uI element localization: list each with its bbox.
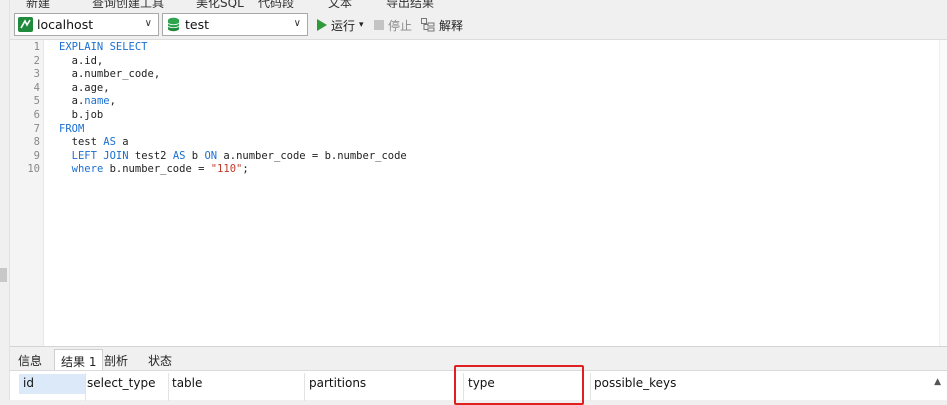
line-number: 2 xyxy=(33,54,40,67)
collapse-handle[interactable] xyxy=(0,268,7,282)
column-header-partitions[interactable]: partitions xyxy=(305,374,463,394)
code-line[interactable]: LEFT JOIN test2 AS b ON a.number_code = … xyxy=(59,150,407,162)
left-edge-panel xyxy=(0,0,10,400)
code-line[interactable]: FROM xyxy=(59,123,84,135)
code-line[interactable]: a.age, xyxy=(59,82,110,94)
code-snippet-button[interactable]: 代码段 xyxy=(258,0,294,8)
export-result-button[interactable]: 导出结果 xyxy=(386,0,434,8)
database-select[interactable]: test ∨ xyxy=(162,13,308,36)
sql-string: "110" xyxy=(210,163,243,176)
line-number: 4 xyxy=(33,81,40,94)
sql-text: a.number_code = b.number_code xyxy=(217,149,407,162)
sql-editor[interactable]: 1 2 3 4 5 6 7 8 9 10 EXPLAIN SELECT a.id, a.numbe… xyxy=(10,40,947,346)
stop-button[interactable]: 停止 xyxy=(374,16,412,34)
sql-text: b xyxy=(185,149,205,162)
sql-text: a.id, xyxy=(59,54,104,67)
sql-keyword: name xyxy=(84,95,110,108)
text-button[interactable]: 文本 xyxy=(328,0,352,8)
sql-keyword: AS xyxy=(103,136,116,149)
beautify-sql-button[interactable]: 美化SQL xyxy=(196,0,244,8)
top-toolbar-strip: 新建 查询创建工具 美化SQL 代码段 文本 导出结果 xyxy=(0,0,947,8)
code-line[interactable]: where b.number_code = "110"; xyxy=(59,163,249,175)
run-button[interactable]: 运行 ▾ xyxy=(316,16,364,34)
code-line[interactable]: a.id, xyxy=(59,54,104,67)
line-number: 9 xyxy=(33,149,40,162)
sql-text: , xyxy=(109,95,116,108)
scroll-up-icon[interactable]: ▲ xyxy=(934,377,941,387)
line-number: 3 xyxy=(33,68,40,81)
code-line[interactable]: a.number_code, xyxy=(59,68,161,81)
chevron-down-icon: ∨ xyxy=(293,18,301,29)
sql-text: a xyxy=(115,136,129,149)
sql-keyword: EXPLAIN SELECT xyxy=(59,41,148,53)
stop-icon xyxy=(374,20,384,30)
tab-result-1[interactable]: 结果 1 xyxy=(54,349,104,371)
sql-text: test2 xyxy=(128,149,173,162)
type-column-highlight-box xyxy=(454,365,584,405)
connection-value: localhost xyxy=(37,17,94,32)
database-icon xyxy=(167,17,180,32)
new-button[interactable]: 新建 xyxy=(26,0,50,8)
column-header-id[interactable]: id xyxy=(19,374,85,394)
query-builder-button[interactable]: 查询创建工具 xyxy=(92,0,164,8)
line-number: 1 xyxy=(33,41,40,53)
sql-keyword: ON xyxy=(204,149,218,162)
explain-button[interactable]: 解释 xyxy=(421,16,463,34)
tab-info[interactable]: 信息 xyxy=(12,349,48,371)
stop-label: 停止 xyxy=(388,18,413,33)
column-header-possible-keys[interactable]: possible_keys xyxy=(590,374,790,394)
explain-label: 解释 xyxy=(439,18,464,33)
play-icon xyxy=(317,19,327,31)
line-number: 10 xyxy=(27,163,40,176)
sql-keyword: LEFT JOIN xyxy=(71,149,129,162)
database-value: test xyxy=(185,17,210,32)
line-number: 7 xyxy=(33,122,40,135)
sql-text: a. xyxy=(59,95,85,108)
tab-profile[interactable]: 剖析 xyxy=(98,349,134,371)
editor-scrollbar[interactable] xyxy=(939,40,947,346)
line-number: 5 xyxy=(33,95,40,108)
column-header-select-type[interactable]: select_type xyxy=(83,374,168,394)
line-number: 6 xyxy=(33,109,40,121)
query-toolbar: localhost ∨ test ∨ 运行 ▾ 停止 解释 xyxy=(10,8,947,40)
sql-text: a.number_code, xyxy=(59,68,161,81)
tab-status[interactable]: 状态 xyxy=(142,349,178,371)
code-line[interactable]: a.name, xyxy=(59,95,116,107)
column-header-table[interactable]: table xyxy=(168,374,304,394)
code-line[interactable]: test AS a xyxy=(59,136,129,148)
sql-text: test xyxy=(59,136,104,149)
sql-keyword: FROM xyxy=(59,122,85,135)
connection-select[interactable]: localhost ∨ xyxy=(14,13,159,36)
sql-text: ; xyxy=(242,163,249,176)
code-line[interactable]: EXPLAIN SELECT xyxy=(59,41,148,53)
connection-icon xyxy=(18,17,33,32)
sql-text: b.number_code = xyxy=(103,163,211,176)
run-label: 运行 xyxy=(331,18,356,33)
sql-keyword: AS xyxy=(172,149,186,162)
chevron-down-icon: ∨ xyxy=(144,18,152,29)
code-line[interactable]: b.job xyxy=(59,109,104,121)
line-number: 8 xyxy=(33,136,40,149)
sql-keyword: where xyxy=(71,163,104,176)
line-number-gutter: 1 2 3 4 5 6 7 8 9 10 xyxy=(10,40,44,346)
sql-text: a.age, xyxy=(59,81,110,94)
run-dropdown-icon[interactable]: ▾ xyxy=(359,20,364,30)
sql-text: b.job xyxy=(59,109,104,121)
explain-icon xyxy=(421,18,435,32)
